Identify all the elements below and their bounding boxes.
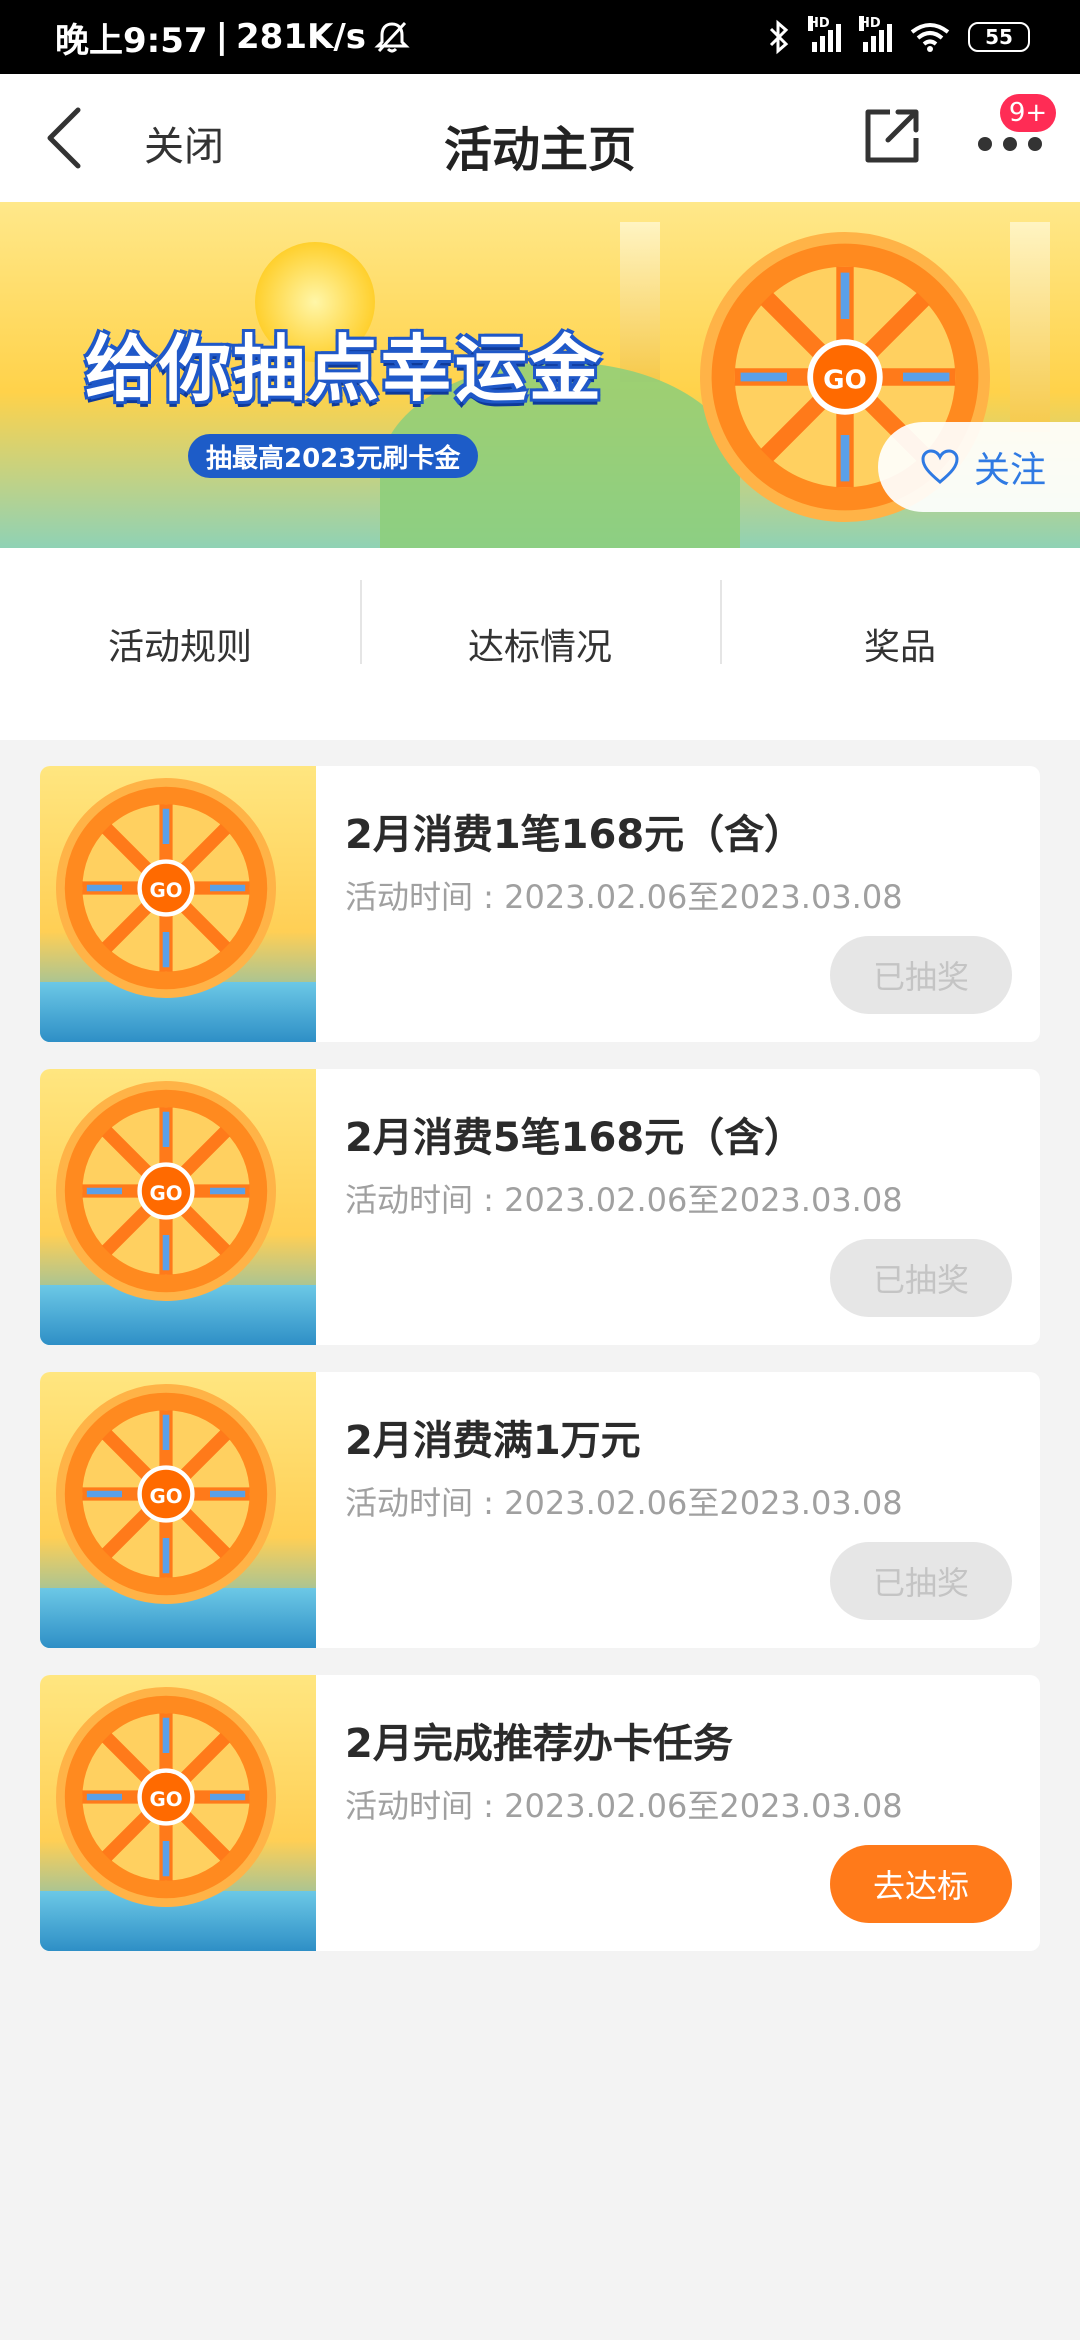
activity-card[interactable]: GO 2月消费满1万元 活动时间 : 2023.02.06至2023.03.08… bbox=[40, 1372, 1040, 1648]
activity-thumbnail: GO bbox=[40, 1372, 316, 1648]
tower-decoration bbox=[620, 222, 660, 382]
battery-icon: 55 bbox=[968, 22, 1030, 52]
wifi-icon bbox=[910, 23, 950, 52]
wheel-go-label: GO bbox=[149, 1485, 182, 1508]
lucky-wheel-icon: GO bbox=[56, 1384, 276, 1604]
drawn-button[interactable]: 已抽奖 bbox=[830, 1239, 1012, 1317]
go-qualify-button[interactable]: 去达标 bbox=[830, 1845, 1012, 1923]
wheel-go-label: GO bbox=[149, 1182, 182, 1205]
activity-thumbnail: GO bbox=[40, 1069, 316, 1345]
activity-card[interactable]: GO 2月消费1笔168元（含） 活动时间 : 2023.02.06至2023.… bbox=[40, 766, 1040, 1042]
activity-title: 2月消费5笔168元（含） bbox=[345, 1115, 805, 1161]
activity-card[interactable]: GO 2月完成推荐办卡任务 活动时间 : 2023.02.06至2023.03.… bbox=[40, 1675, 1040, 1951]
activity-thumbnail: GO bbox=[40, 1675, 316, 1951]
activity-thumbnail: GO bbox=[40, 766, 316, 1042]
status-separator: | bbox=[215, 17, 228, 57]
banner-subline: 抽最高2023元刷卡金 bbox=[188, 434, 479, 478]
activity-time: 活动时间 : 2023.02.06至2023.03.08 bbox=[345, 1484, 903, 1522]
status-right: HD HD 55 bbox=[768, 16, 1030, 55]
activity-time: 活动时间 : 2023.02.06至2023.03.08 bbox=[345, 878, 903, 916]
lucky-wheel-icon: GO bbox=[56, 1081, 276, 1301]
share-icon[interactable] bbox=[862, 106, 922, 166]
battery-level: 55 bbox=[985, 25, 1013, 49]
heart-icon bbox=[921, 449, 959, 484]
status-left: 晚上9:57 | 281K/s bbox=[55, 13, 410, 62]
tab-progress[interactable]: 达标情况 bbox=[360, 580, 720, 670]
drawn-button[interactable]: 已抽奖 bbox=[830, 936, 1012, 1014]
wheel-go-label: GO bbox=[149, 879, 182, 902]
follow-button[interactable]: 关注 bbox=[878, 422, 1080, 512]
lucky-wheel-icon: GO bbox=[56, 1687, 276, 1907]
nav-header: 关闭 活动主页 9+ bbox=[0, 74, 1080, 202]
signal-icon: HD bbox=[808, 16, 841, 52]
activity-time: 活动时间 : 2023.02.06至2023.03.08 bbox=[345, 1181, 903, 1219]
status-time: 晚上9:57 bbox=[55, 20, 208, 61]
notification-badge: 9+ bbox=[1000, 94, 1056, 132]
tab-bar: 活动规则 达标情况 奖品 bbox=[0, 548, 1080, 740]
banner-headline: 给你抽点幸运金 bbox=[85, 327, 604, 411]
drawn-button[interactable]: 已抽奖 bbox=[830, 1542, 1012, 1620]
follow-label: 关注 bbox=[974, 450, 1047, 491]
wheel-go-label: GO bbox=[149, 1788, 182, 1811]
network-speed: 281K/s bbox=[236, 17, 366, 57]
tab-prizes[interactable]: 奖品 bbox=[720, 580, 1080, 670]
wheel-go-label: GO bbox=[823, 366, 867, 396]
activity-card[interactable]: GO 2月消费5笔168元（含） 活动时间 : 2023.02.06至2023.… bbox=[40, 1069, 1040, 1345]
bluetooth-icon bbox=[769, 19, 789, 55]
activity-title: 2月消费1笔168元（含） bbox=[345, 812, 805, 858]
activity-time: 活动时间 : 2023.02.06至2023.03.08 bbox=[345, 1787, 903, 1825]
tab-rules[interactable]: 活动规则 bbox=[0, 618, 360, 670]
lucky-wheel-icon: GO bbox=[56, 778, 276, 998]
status-bar: 晚上9:57 | 281K/s HD HD 55 bbox=[0, 0, 1080, 74]
activity-title: 2月消费满1万元 bbox=[345, 1418, 641, 1464]
tower-decoration bbox=[1010, 222, 1050, 432]
activity-title: 2月完成推荐办卡任务 bbox=[345, 1721, 733, 1767]
mute-icon bbox=[374, 21, 410, 53]
signal-icon: HD bbox=[859, 16, 892, 52]
